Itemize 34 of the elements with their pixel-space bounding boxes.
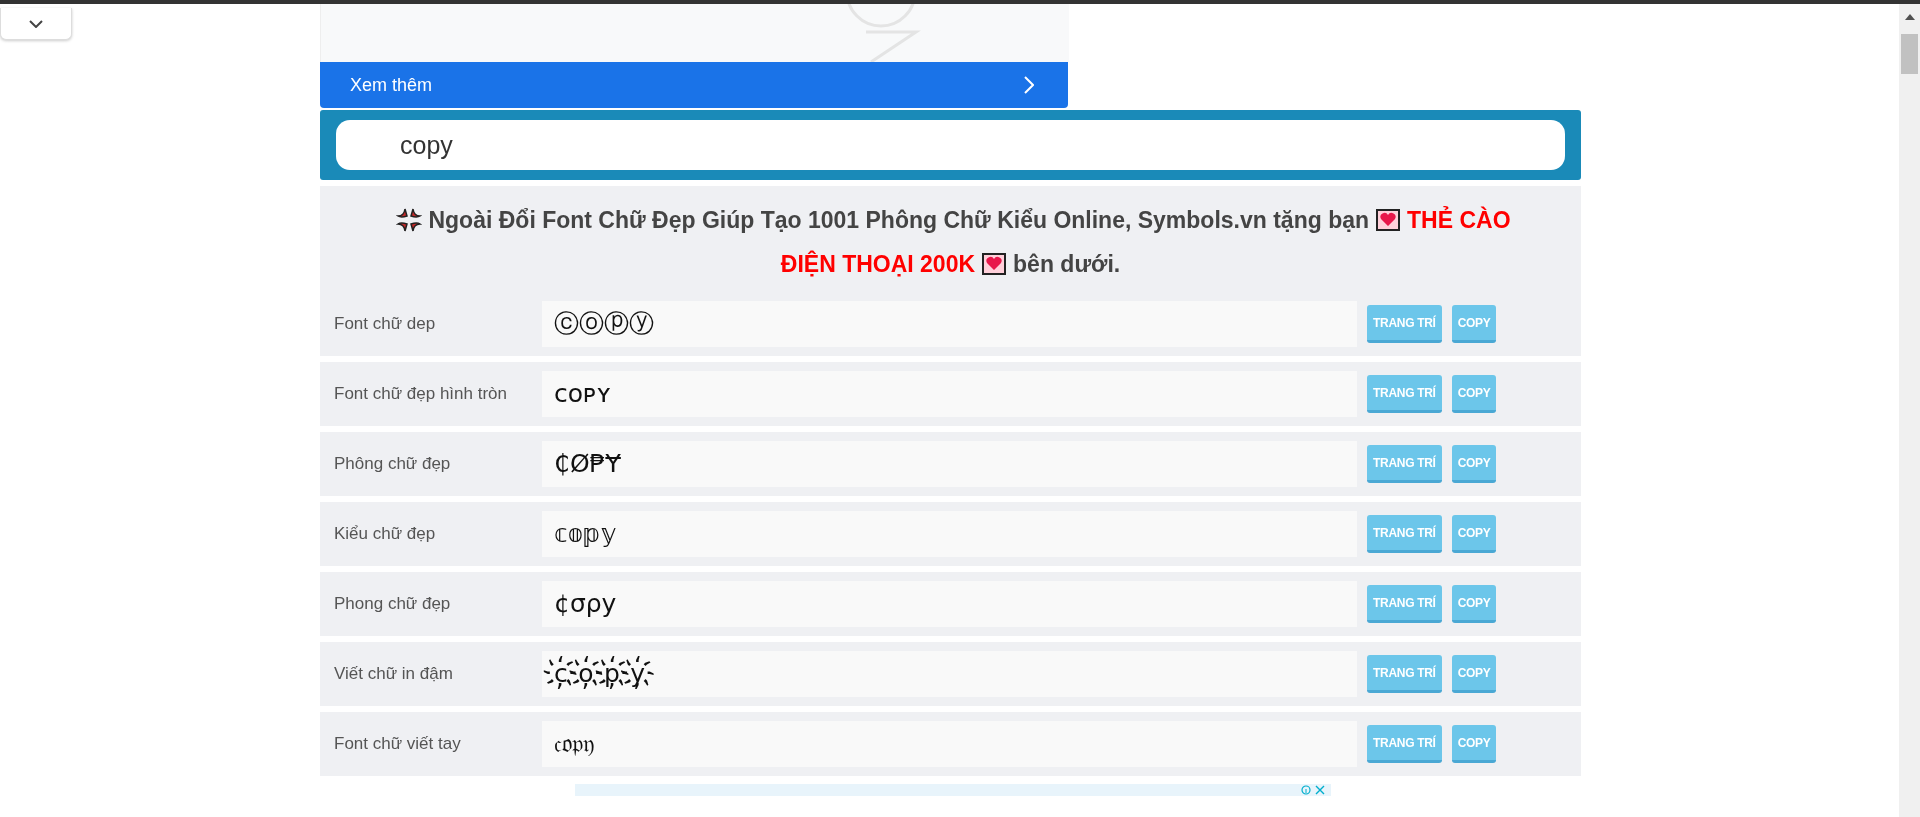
- style-label: Font chữ dep: [334, 314, 437, 334]
- promo-text: bên dưới.: [1013, 251, 1121, 277]
- decorate-button[interactable]: TRANG TRÍ: [1367, 585, 1442, 623]
- style-label: Font chữ viết tay: [334, 734, 462, 754]
- copy-button[interactable]: COPY: [1451, 585, 1497, 623]
- style-label: Phông chữ đẹp: [334, 454, 452, 474]
- decorate-button[interactable]: TRANG TRÍ: [1367, 725, 1442, 763]
- decorate-button[interactable]: TRANG TRÍ: [1367, 655, 1442, 693]
- style-label: Phong chữ đẹp: [334, 594, 452, 614]
- style-label: Kiểu chữ đẹp: [334, 524, 437, 544]
- styled-text-field[interactable]: 𝕔𝕠𝕡𝕪: [542, 511, 1357, 557]
- styled-text-field[interactable]: ⓒⓞⓟⓨ: [542, 301, 1357, 347]
- decorate-button[interactable]: TRANG TRÍ: [1367, 375, 1442, 413]
- styled-text-field[interactable]: c҉o҉p҉y҉: [542, 651, 1357, 697]
- styled-text-field[interactable]: ᴄᴏᴘʏ: [542, 371, 1357, 417]
- style-label: Font chữ đẹp hình tròn: [334, 384, 508, 404]
- copy-button[interactable]: COPY: [1451, 515, 1497, 553]
- promo-text: Ngoài Đổi Font Chữ Đẹp Giúp Tạo 1001 Phông Chữ Kiểu Online, Symbols.vn tặng bạn: [428, 207, 1370, 233]
- copy-button[interactable]: COPY: [1451, 445, 1497, 483]
- styled-text-field[interactable]: ₵Ø₱Ɏ: [542, 441, 1357, 487]
- search-field[interactable]: copy: [336, 120, 1565, 170]
- style-label: Viết chữ in đậm: [334, 664, 454, 684]
- copy-button[interactable]: COPY: [1451, 655, 1497, 693]
- decorate-button[interactable]: TRANG TRÍ: [1367, 515, 1442, 553]
- styled-text-field[interactable]: ¢σρу: [542, 581, 1357, 627]
- copy-button[interactable]: COPY: [1451, 305, 1497, 343]
- decorate-button[interactable]: TRANG TRÍ: [1367, 305, 1442, 343]
- copy-button[interactable]: COPY: [1451, 375, 1497, 413]
- styled-text-field[interactable]: 𝔠𝔬𝔭𝔶: [542, 721, 1357, 767]
- prize-text: THẺ CÀO: [1407, 207, 1511, 233]
- copy-button[interactable]: COPY: [1451, 725, 1497, 763]
- decorate-button[interactable]: TRANG TRÍ: [1367, 445, 1442, 483]
- see-more-button[interactable]: Xem thêm: [320, 62, 1068, 108]
- prize-text: ĐIỆN THOẠI 200K: [780, 251, 976, 277]
